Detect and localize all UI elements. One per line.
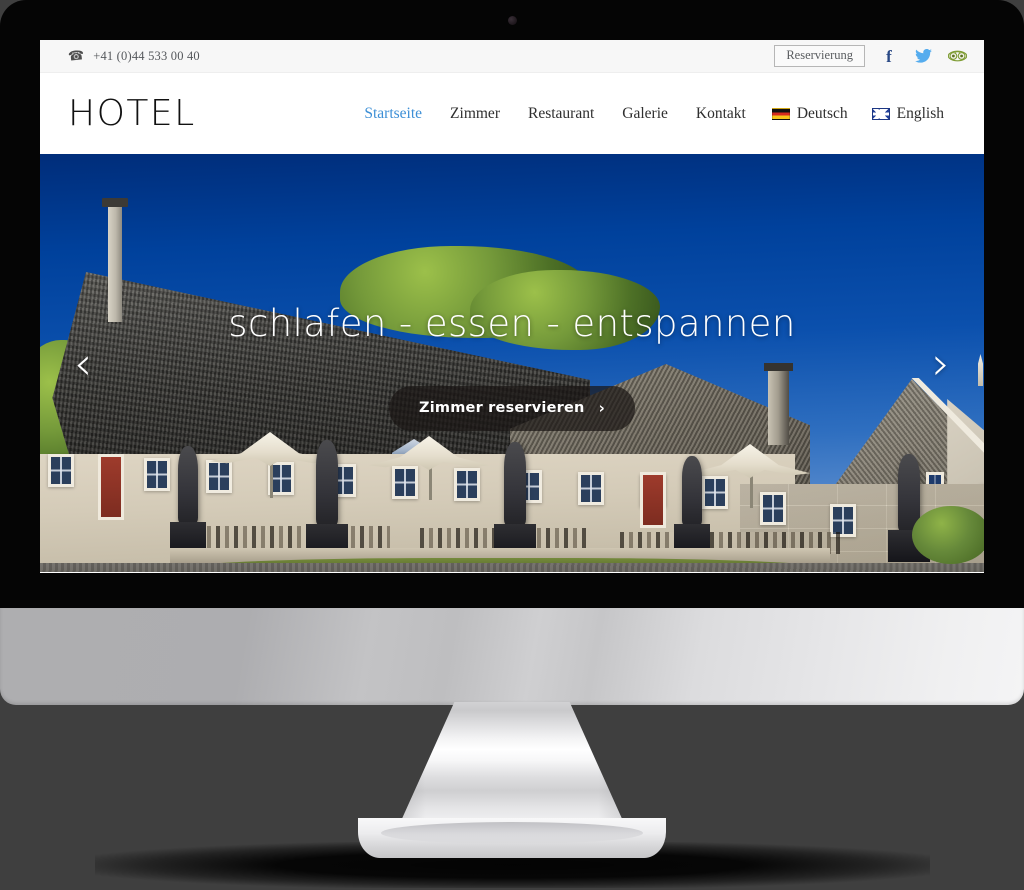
statue: [504, 442, 526, 526]
slider-prev-arrow-icon[interactable]: ‹: [66, 340, 100, 386]
main-navigation: Startseite Zimmer Restaurant Galerie Kon…: [350, 105, 956, 123]
facebook-glyph: f: [886, 46, 892, 66]
entrance-door: [98, 454, 124, 520]
site-header: HOTEL Startseite Zimmer Restaurant Galer…: [40, 73, 984, 154]
nav-item-startseite[interactable]: Startseite: [350, 105, 436, 123]
window: [48, 454, 74, 487]
nav-item-galerie[interactable]: Galerie: [608, 105, 682, 123]
statue: [316, 440, 338, 526]
window: [578, 472, 604, 505]
lang-label-deutsch: Deutsch: [796, 104, 848, 122]
tripadvisor-icon[interactable]: [947, 46, 967, 66]
phone-icon: ☎: [67, 47, 85, 64]
hero-headline: schlafen - essen - entspannen: [228, 302, 796, 345]
uk-flag-icon: [871, 107, 890, 120]
window: [392, 466, 418, 499]
nav-item-kontakt[interactable]: Kontakt: [682, 105, 760, 123]
lang-label-english: English: [896, 104, 944, 122]
site-logo[interactable]: HOTEL: [68, 95, 196, 132]
window: [760, 492, 786, 525]
bush-right: [912, 506, 984, 564]
chevron-right-icon: ›: [598, 399, 605, 417]
monitor-stand-foot-sheen: [381, 822, 643, 844]
monitor-bezel: ☎ +41 (0)44 533 00 40 Reservierung f HOT…: [0, 0, 1024, 608]
chimney-center-cap: [764, 363, 793, 371]
window: [702, 476, 728, 509]
window: [206, 460, 232, 493]
slider-next-arrow-icon[interactable]: ›: [924, 340, 958, 386]
lang-switch-english[interactable]: English: [860, 105, 956, 123]
german-flag-icon: [771, 107, 790, 120]
screen-content: ☎ +41 (0)44 533 00 40 Reservierung f HOT…: [40, 40, 984, 573]
phone-number: +41 (0)44 533 00 40: [93, 48, 200, 63]
courtyard-ground: [40, 563, 984, 572]
reservation-button[interactable]: Reservierung: [774, 44, 865, 68]
twitter-icon[interactable]: [913, 46, 933, 66]
statue: [178, 446, 198, 524]
side-door: [640, 472, 666, 528]
webcam-icon: [508, 16, 517, 25]
top-utility-bar: ☎ +41 (0)44 533 00 40 Reservierung f: [40, 40, 984, 73]
chimney-center: [768, 367, 789, 445]
window: [144, 458, 170, 491]
hero-slider: schlafen - essen - entspannen Zimmer res…: [40, 154, 984, 572]
nav-item-zimmer[interactable]: Zimmer: [436, 105, 514, 123]
hero-cta-button[interactable]: Zimmer reservieren ›: [389, 386, 635, 431]
phone-contact[interactable]: ☎ +41 (0)44 533 00 40: [67, 47, 200, 64]
terrace-chairs: [180, 526, 390, 548]
monitor-chin: [0, 608, 1024, 705]
statue: [682, 456, 702, 526]
hero-cta-label: Zimmer reservieren: [419, 400, 585, 416]
nav-item-restaurant[interactable]: Restaurant: [514, 105, 608, 123]
window: [454, 468, 480, 501]
facebook-icon[interactable]: f: [879, 46, 899, 66]
topbar-actions: Reservierung f: [774, 44, 967, 68]
chimney-left-cap: [102, 198, 128, 207]
lang-switch-deutsch[interactable]: Deutsch: [760, 105, 860, 123]
